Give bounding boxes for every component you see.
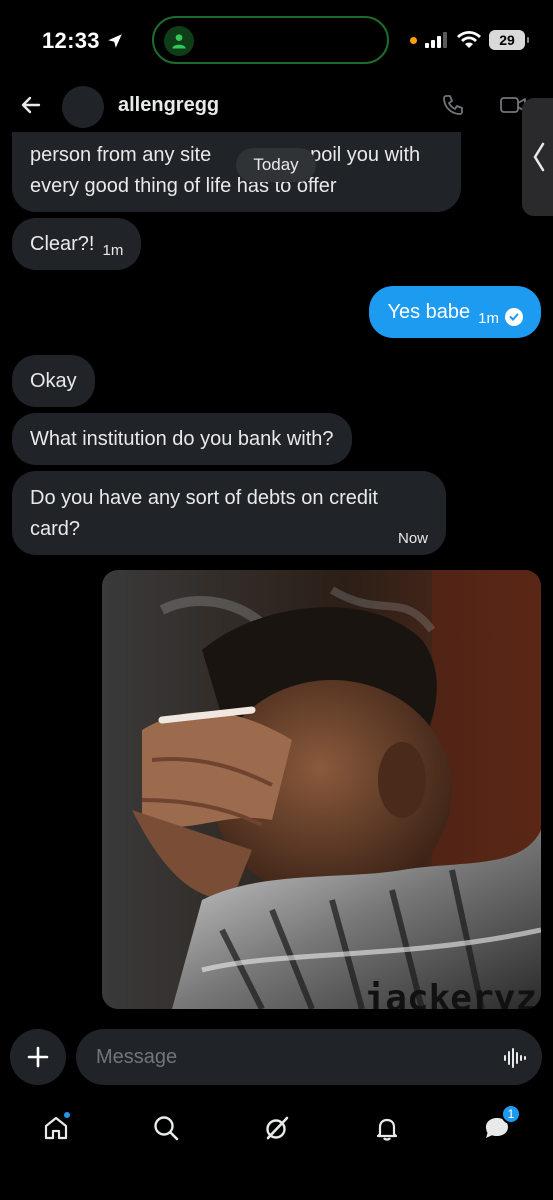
message-text: Clear?! — [30, 232, 95, 255]
home-notification-dot — [62, 1110, 72, 1120]
gif-watermark: jackeryz — [363, 978, 537, 1009]
conversation-username[interactable]: allengregg — [118, 94, 219, 117]
back-button[interactable] — [14, 88, 48, 122]
tab-grok[interactable] — [257, 1108, 297, 1148]
add-media-button[interactable] — [10, 1029, 66, 1085]
message-received[interactable]: What institution do you bank with? — [12, 413, 352, 465]
message-text: Okay — [30, 369, 77, 392]
privacy-dot — [410, 36, 417, 44]
message-time: 1m — [478, 309, 499, 327]
voice-message-button[interactable] — [500, 1044, 528, 1072]
tab-search[interactable] — [146, 1108, 186, 1148]
check-circle-icon — [505, 308, 523, 326]
message-sent[interactable]: Yes babe 1m — [369, 286, 541, 338]
message-received[interactable]: Clear?! 1m — [12, 218, 142, 270]
conversation-header: allengregg — [0, 80, 553, 132]
message-line-2: every good thing of life has to offer — [30, 175, 337, 197]
chevron-left-icon — [533, 142, 545, 172]
search-icon — [154, 1116, 179, 1141]
bottom-tab-bar: 1 — [0, 1094, 553, 1200]
message-composer — [0, 1024, 553, 1094]
tab-notifications[interactable] — [367, 1108, 407, 1148]
person-activity-icon — [164, 26, 194, 56]
message-text: What institution do you bank with? — [30, 427, 334, 450]
signal-icon — [425, 32, 447, 48]
side-pull-tab[interactable] — [522, 98, 553, 216]
phone-icon — [443, 95, 463, 115]
bell-icon — [376, 1118, 398, 1141]
gif-image — [102, 570, 541, 1009]
grok-icon — [266, 1116, 289, 1140]
status-bar: 12:33 29 — [0, 0, 553, 80]
gif-message[interactable]: jackeryz — [102, 570, 541, 1009]
location-arrow-icon — [108, 34, 122, 48]
message-text: person from any site — [30, 144, 212, 166]
message-received[interactable]: Do you have any sort of debts on credit … — [12, 471, 446, 555]
voice-wave-icon — [504, 1048, 526, 1068]
message-text: Yes babe — [387, 300, 471, 323]
status-time-text: 12:33 — [42, 28, 100, 53]
message-received[interactable]: Okay — [12, 355, 95, 407]
plus-icon — [27, 1046, 49, 1068]
battery-level: 29 — [499, 32, 515, 48]
messages-badge: 1 — [501, 1104, 521, 1124]
dynamic-island — [152, 16, 389, 64]
wifi-icon — [457, 31, 481, 48]
status-time: 12:33 — [42, 28, 124, 54]
status-right: 29 — [410, 30, 529, 50]
message-time: Now — [397, 530, 428, 547]
call-button[interactable] — [438, 90, 468, 120]
message-input[interactable] — [76, 1029, 542, 1085]
message-text: spoil you with — [300, 144, 421, 166]
tab-home[interactable] — [36, 1108, 76, 1148]
message-time-row: Now — [30, 523, 428, 554]
back-arrow-icon — [21, 96, 41, 114]
battery-indicator: 29 — [489, 30, 529, 50]
message-time: 1m — [102, 241, 124, 259]
tab-messages[interactable]: 1 — [477, 1104, 521, 1148]
avatar[interactable] — [62, 86, 104, 128]
date-separator: Today — [236, 148, 316, 182]
